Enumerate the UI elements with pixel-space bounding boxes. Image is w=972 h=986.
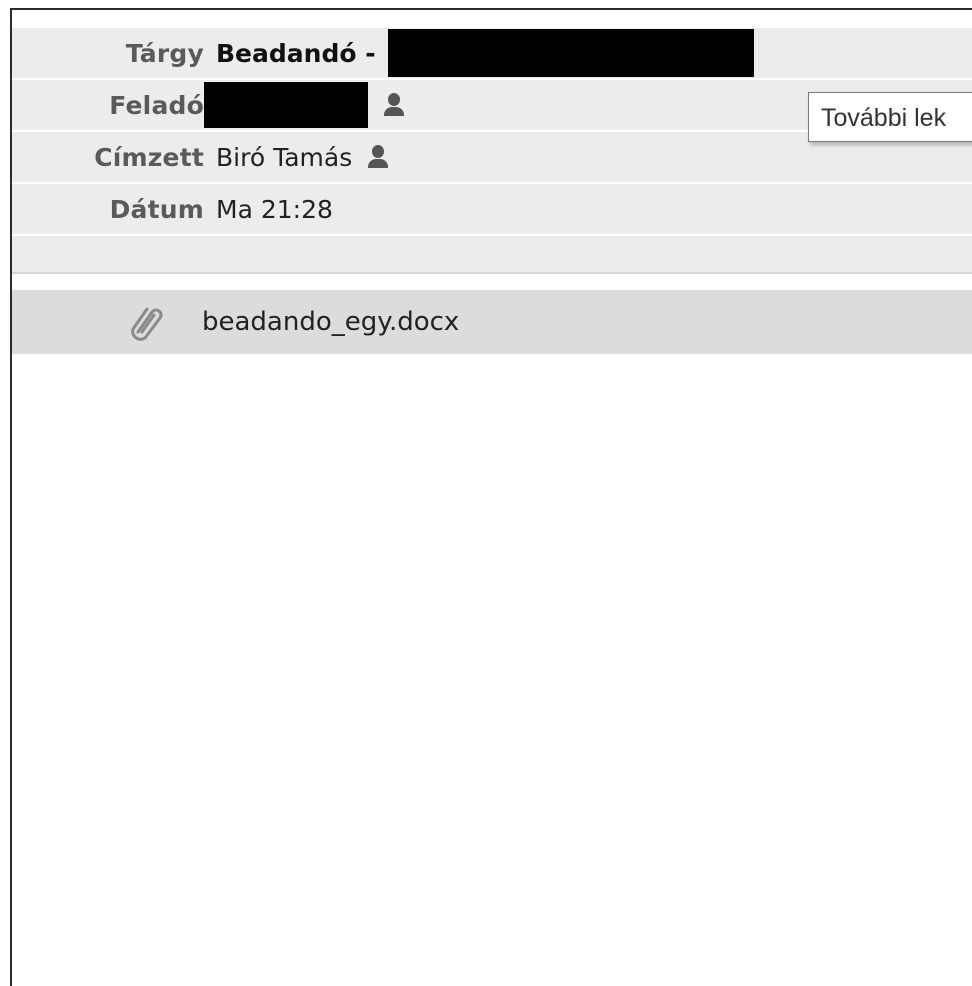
tooltip: További lek [808,92,972,142]
subject-redaction [387,29,754,77]
person-icon[interactable] [384,93,404,117]
from-redaction [204,82,368,128]
subject-value: Beadandó - [216,38,376,68]
to-label: Címzett [94,142,204,172]
message-body [12,354,972,986]
date-label: Dátum [109,194,204,224]
from-label: Feladó [109,90,204,120]
message-view: Tárgy Beadandó - Feladó Címzett Biró Tam… [10,8,972,986]
subject-value-wrap: Beadandó - [216,29,754,77]
header-row-date: Dátum Ma 21:28 [12,184,972,236]
from-value-wrap [204,82,404,128]
header-row-subject: Tárgy Beadandó - [12,28,972,80]
message-headers: Tárgy Beadandó - Feladó Címzett Biró Tam… [12,28,972,274]
date-value: Ma 21:28 [216,194,333,224]
attachment-link[interactable]: beadando_egy.docx [202,307,459,337]
to-value[interactable]: Biró Tamás [216,143,352,172]
to-value-wrap: Biró Tamás [216,143,389,172]
attachment-bar: beadando_egy.docx [12,290,972,354]
subject-label: Tárgy [125,38,204,68]
paperclip-icon [131,307,163,341]
person-icon[interactable] [368,145,389,169]
header-spacer [12,236,972,274]
